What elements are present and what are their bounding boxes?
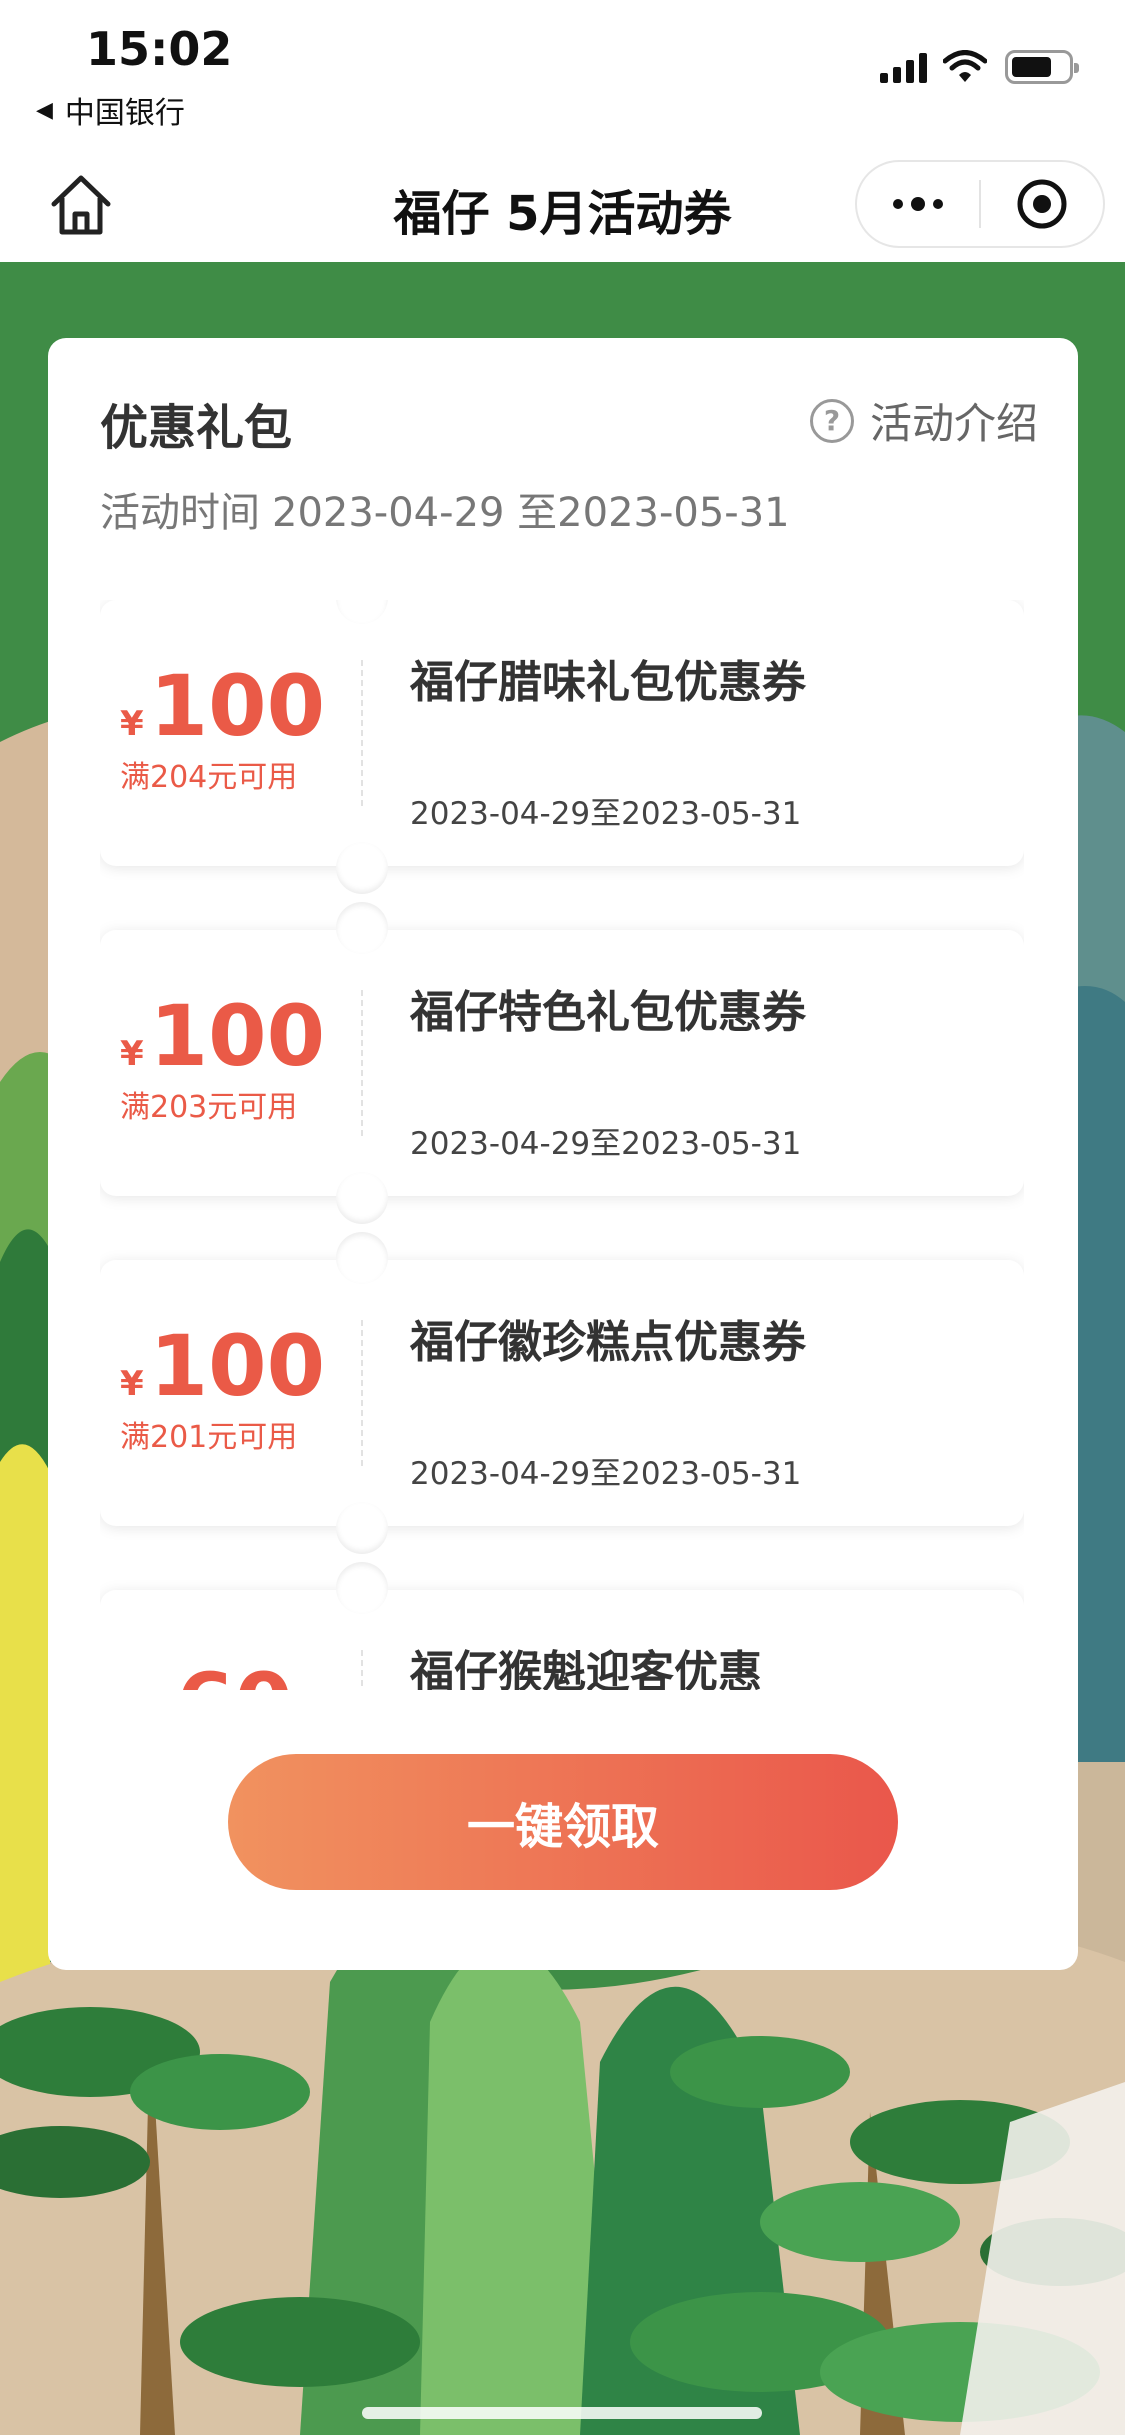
coupon-notch — [336, 1172, 388, 1224]
more-dots-icon[interactable] — [857, 162, 979, 246]
coupon-amount-box: ¥ 100 满201元可用 — [120, 1317, 340, 1456]
coupon-item[interactable]: 60 福仔猴魁迎客优惠 — [100, 1562, 1024, 1690]
coupon-list[interactable]: ¥ 100 满204元可用 福仔腊味礼包优惠券 2023-04-29至2023-… — [100, 600, 1024, 1690]
coupon-divider — [361, 990, 363, 1136]
coupon-notch — [336, 842, 388, 894]
coupon-amount-box: 60 — [120, 1662, 340, 1690]
coupon-item[interactable]: ¥ 100 满203元可用 福仔特色礼包优惠券 2023-04-29至2023-… — [100, 902, 1024, 1224]
activity-period: 活动时间 2023-04-29 至2023-05-31 — [100, 480, 790, 538]
coupon-threshold: 满204元可用 — [120, 760, 298, 795]
wifi-icon — [943, 50, 987, 82]
coupon-item[interactable]: ¥ 100 满204元可用 福仔腊味礼包优惠券 2023-04-29至2023-… — [100, 600, 1024, 894]
nav-bar: 福仔 5月活动券 — [0, 150, 1125, 262]
coupon-amount: 60 — [176, 1662, 293, 1690]
coupon-date: 2023-04-29至2023-05-31 — [410, 1456, 802, 1492]
status-bar: 15:02 ◀ 中国银行 — [0, 0, 1125, 150]
mini-program-capsule — [855, 160, 1105, 248]
coupon-date: 2023-04-29至2023-05-31 — [410, 1126, 802, 1162]
back-app-label: 中国银行 — [64, 96, 185, 131]
coupon-divider — [361, 1320, 363, 1466]
coupon-threshold: 满203元可用 — [120, 1090, 298, 1125]
period-label: 活动时间 — [100, 490, 260, 536]
back-to-app-link[interactable]: ◀ 中国银行 — [36, 88, 185, 132]
coupon-name: 福仔特色礼包优惠券 — [410, 987, 806, 1038]
coupon-divider — [361, 1650, 363, 1690]
gift-pack-card: 优惠礼包 ? 活动介绍 活动时间 2023-04-29 至2023-05-31 ¥… — [48, 338, 1078, 1970]
coupon-date: 2023-04-29至2023-05-31 — [410, 796, 802, 832]
currency-symbol: ¥ — [120, 1364, 144, 1404]
coupon-amount: 100 — [149, 987, 326, 1085]
target-close-icon[interactable] — [981, 162, 1103, 246]
currency-symbol: ¥ — [120, 1034, 144, 1074]
signal-icon — [880, 51, 927, 83]
period-range: 2023-04-29 至2023-05-31 — [272, 490, 790, 536]
coupon-name: 福仔猴魁迎客优惠 — [410, 1647, 762, 1690]
coupon-amount-box: ¥ 100 满203元可用 — [120, 987, 340, 1126]
card-title: 优惠礼包 — [100, 400, 293, 456]
question-circle-icon: ? — [809, 398, 854, 443]
coupon-name: 福仔徽珍糕点优惠券 — [410, 1317, 806, 1368]
battery-icon — [1005, 50, 1079, 84]
coupon-name: 福仔腊味礼包优惠券 — [410, 657, 806, 708]
coupon-threshold: 满201元可用 — [120, 1420, 298, 1455]
activity-intro-link[interactable]: ? 活动介绍 — [809, 390, 1038, 451]
home-indicator[interactable] — [362, 2407, 762, 2419]
status-icons — [880, 50, 1079, 84]
status-time: 15:02 — [86, 22, 233, 76]
claim-all-button[interactable]: 一键领取 — [228, 1754, 898, 1890]
coupon-item[interactable]: ¥ 100 满201元可用 福仔徽珍糕点优惠券 2023-04-29至2023-… — [100, 1232, 1024, 1554]
activity-intro-label: 活动介绍 — [869, 399, 1038, 448]
coupon-notch — [336, 1502, 388, 1554]
coupon-notch — [336, 600, 388, 624]
coupon-amount: 100 — [149, 657, 326, 755]
back-triangle-icon: ◀ — [36, 97, 53, 123]
coupon-notch — [336, 902, 388, 954]
coupon-notch — [336, 1562, 388, 1614]
coupon-amount-box: ¥ 100 满204元可用 — [120, 657, 340, 796]
currency-symbol: ¥ — [120, 704, 144, 744]
coupon-divider — [361, 660, 363, 806]
coupon-amount: 100 — [149, 1317, 326, 1415]
coupon-notch — [336, 1232, 388, 1284]
